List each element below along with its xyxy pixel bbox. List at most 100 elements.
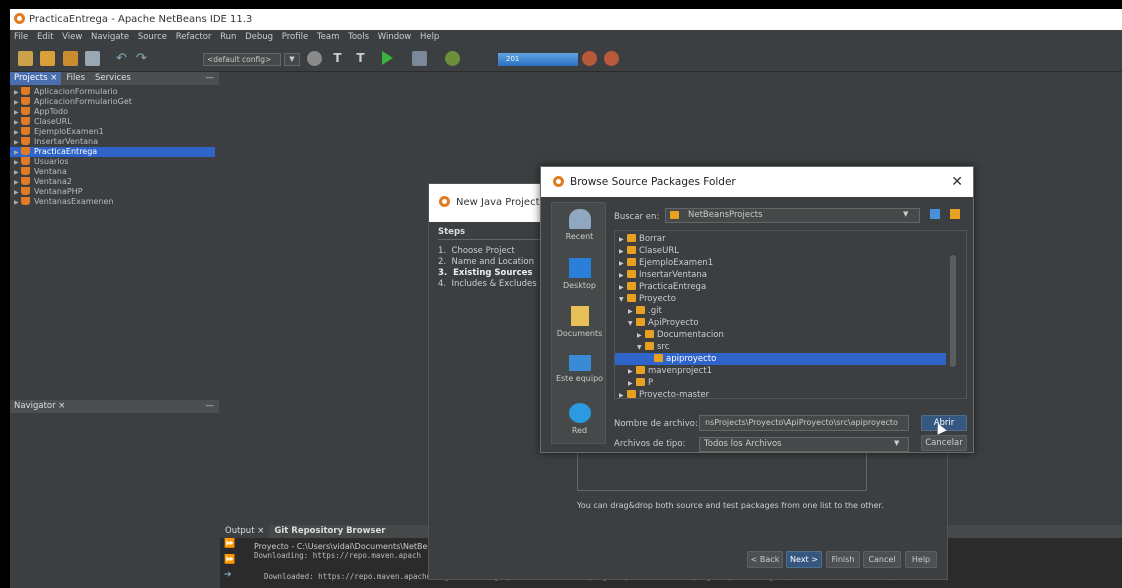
menu-debug[interactable]: Debug [245, 32, 273, 42]
folder-item[interactable]: ▶ PracticaEntrega [615, 281, 946, 293]
folder-item[interactable]: ▼ src [615, 341, 946, 353]
place-network[interactable]: Red [552, 403, 607, 435]
folder-item[interactable]: ▼ Proyecto [615, 293, 946, 305]
expand-arrow-icon[interactable]: ▶ [14, 198, 21, 208]
open-project-icon[interactable] [63, 51, 78, 66]
rerun-icon[interactable]: ⏩ [224, 555, 235, 565]
close-icon[interactable]: ✕ [951, 167, 963, 197]
redo-icon[interactable]: ↷ [136, 51, 151, 66]
build-hammer-icon[interactable]: T [330, 51, 345, 66]
next-button[interactable]: Next > [786, 551, 822, 568]
menu-source[interactable]: Source [138, 32, 167, 42]
file-type-select[interactable]: Todos los Archivos [699, 437, 909, 452]
cancel-button[interactable]: Cancel [863, 551, 901, 568]
place-this-pc[interactable]: Este equipo [552, 355, 607, 383]
project-tree-item[interactable]: ▶ VentanasExamenen [10, 197, 219, 207]
folder-item[interactable]: ▶ Documentacion [615, 329, 946, 341]
folder-item[interactable]: ▶ mavenproject1 [615, 365, 946, 377]
file-name-input[interactable]: nsProjects\Proyecto\ApiProyecto\src\apip… [699, 415, 909, 431]
project-tree-item[interactable]: ▶ PracticaEntrega [10, 147, 215, 157]
project-tree-item[interactable]: ▶ AppTodo [10, 107, 219, 117]
gc-icon[interactable] [582, 51, 597, 66]
project-tree-item[interactable]: ▶ AplicacionFormularioGet [10, 97, 219, 107]
folder-item[interactable]: ▶ Borrar [615, 233, 946, 245]
folder-icon [627, 390, 636, 398]
menu-view[interactable]: View [62, 32, 82, 42]
folder-item[interactable]: ▶ P [615, 377, 946, 389]
chevron-down-icon[interactable]: ▼ [903, 210, 908, 218]
project-tree-item[interactable]: ▶ AplicacionFormulario [10, 87, 219, 97]
dialog-title: Browse Source Packages Folder [570, 176, 736, 188]
menu-file[interactable]: File [14, 32, 28, 42]
cancel-button[interactable]: Cancelar [921, 435, 967, 451]
menu-profile[interactable]: Profile [282, 32, 308, 42]
window-title: PracticaEntrega - Apache NetBeans IDE 11… [29, 14, 253, 25]
tab-services[interactable]: Services [90, 72, 136, 85]
navigator-panel: Navigator × — [10, 400, 219, 588]
undo-icon[interactable]: ↶ [116, 51, 131, 66]
gc-icon[interactable] [604, 51, 619, 66]
arrow-right-icon[interactable]: ➔ [224, 570, 232, 580]
menu-window[interactable]: Window [378, 32, 412, 42]
config-select[interactable]: <default config> [203, 53, 281, 66]
folder-item[interactable]: ▼ ApiProyecto [615, 317, 946, 329]
folder-icon [627, 282, 636, 290]
menu-help[interactable]: Help [420, 32, 439, 42]
project-tree-item[interactable]: ▶ InsertarVentana [10, 137, 219, 147]
project-tree-item[interactable]: ▶ Ventana2 [10, 177, 219, 187]
wizard-step: 1. Choose Project [438, 246, 515, 256]
folder-item[interactable]: ▶ EjemploExamen1 [615, 257, 946, 269]
chevron-down-icon[interactable]: ▼ [284, 53, 300, 66]
finish-button[interactable]: Finish [826, 551, 860, 568]
memory-indicator[interactable]: 201 [498, 53, 578, 66]
globe-icon[interactable] [307, 51, 322, 66]
project-tree-item[interactable]: ▶ EjemploExamen1 [10, 127, 219, 137]
menu-tools[interactable]: Tools [348, 32, 369, 42]
folder-item[interactable]: ▶ Proyecto-master [615, 389, 946, 398]
menu-refactor[interactable]: Refactor [176, 32, 212, 42]
menu-edit[interactable]: Edit [37, 32, 53, 42]
expand-arrow-icon[interactable]: ▶ [619, 390, 627, 398]
minimize-icon[interactable]: — [206, 400, 215, 413]
project-tree-item[interactable]: ▶ ClaseURL [10, 117, 219, 127]
profile-icon[interactable] [445, 51, 460, 66]
run-icon[interactable] [382, 51, 393, 65]
minimize-icon[interactable]: — [206, 72, 215, 85]
save-all-icon[interactable] [85, 51, 100, 66]
tab-output[interactable]: Output × [220, 525, 270, 538]
debug-icon[interactable] [412, 51, 427, 66]
menu-navigate[interactable]: Navigate [91, 32, 129, 42]
clean-build-icon[interactable]: T [353, 51, 368, 66]
folder-item[interactable]: ▶ InsertarVentana [615, 269, 946, 281]
project-tree-item[interactable]: ▶ Ventana [10, 167, 219, 177]
tab-files[interactable]: Files [61, 72, 90, 85]
look-in-label: Buscar en: [614, 212, 660, 222]
place-desktop[interactable]: Desktop [552, 258, 607, 290]
folder-item[interactable]: apiproyecto [615, 353, 946, 365]
help-button[interactable]: Help [905, 551, 937, 568]
place-documents[interactable]: Documents [552, 306, 607, 338]
folder-item[interactable]: ▶ ClaseURL [615, 245, 946, 257]
tab-projects[interactable]: Projects × [10, 72, 62, 85]
project-label: ClaseURL [34, 117, 72, 126]
folder-list[interactable]: ▶ Borrar ▶ ClaseURL ▶ EjemploExamen1 ▶ Insertar… [614, 230, 967, 399]
java-project-icon [21, 147, 30, 155]
tab-git-repository-browser[interactable]: Git Repository Browser [269, 525, 390, 538]
back-button[interactable]: < Back [747, 551, 783, 568]
chevron-down-icon[interactable]: ▼ [894, 439, 899, 447]
folder-item[interactable]: ▶ .git [615, 305, 946, 317]
project-tree-item[interactable]: ▶ VentanaPHP [10, 187, 219, 197]
look-in-select[interactable]: NetBeansProjects [665, 208, 920, 223]
place-recent[interactable]: Recent [552, 209, 607, 241]
new-project-icon[interactable] [40, 51, 55, 66]
new-folder-icon[interactable] [950, 209, 960, 219]
new-file-icon[interactable] [18, 51, 33, 66]
menu-run[interactable]: Run [220, 32, 236, 42]
folder-label: Proyecto [639, 294, 676, 304]
tab-navigator[interactable]: Navigator × [10, 400, 70, 413]
project-tree-item[interactable]: ▶ Usuarios [10, 157, 219, 167]
rerun-icon[interactable]: ⏩ [224, 539, 235, 549]
menu-team[interactable]: Team [317, 32, 339, 42]
up-folder-icon[interactable] [930, 209, 940, 219]
scrollbar-thumb[interactable] [950, 255, 956, 367]
